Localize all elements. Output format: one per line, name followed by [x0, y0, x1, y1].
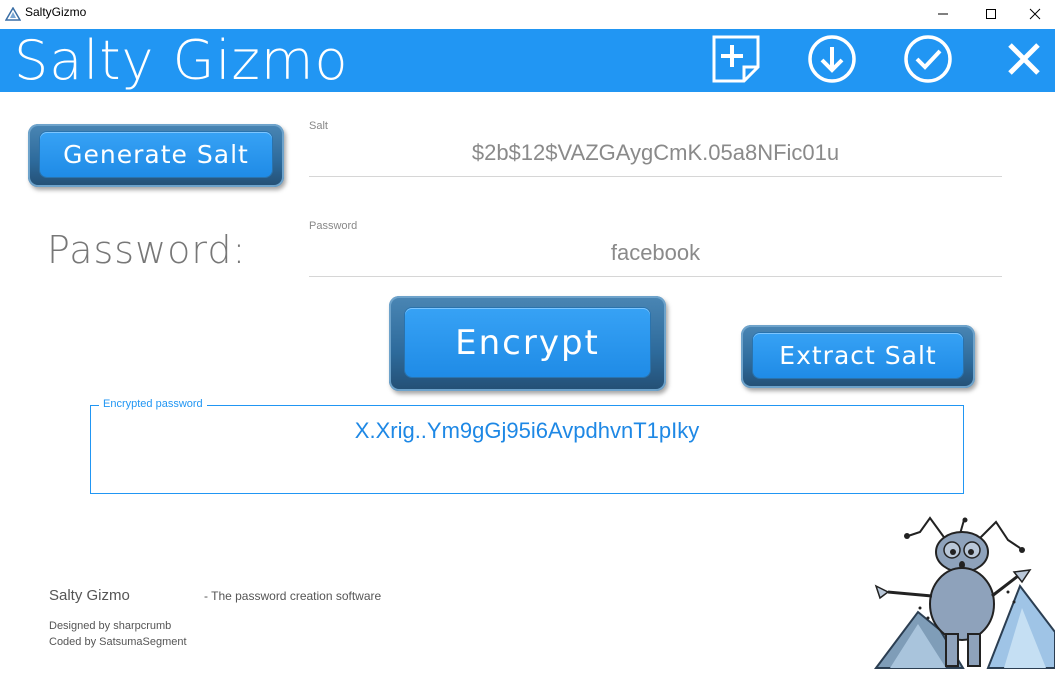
confirm-button[interactable] — [902, 35, 954, 87]
app-header: Salty Gizmo — [0, 29, 1055, 92]
salt-field-underline — [309, 176, 1002, 177]
encrypt-button[interactable]: Encrypt — [389, 296, 666, 391]
password-field-value[interactable]: facebook — [309, 240, 1002, 270]
new-document-icon — [710, 33, 762, 89]
maximize-icon — [985, 8, 997, 20]
close-icon — [1029, 8, 1041, 20]
window-title: SaltyGizmo — [25, 5, 87, 19]
salt-field-label: Salt — [309, 120, 328, 132]
brand-title: Salty Gizmo — [14, 29, 349, 92]
download-button[interactable] — [806, 35, 858, 87]
footer-coded-by: Coded by SatsumaSegment — [49, 636, 187, 648]
close-icon — [1002, 37, 1046, 85]
password-field[interactable]: Password facebook — [309, 220, 1002, 277]
extract-salt-label: Extract Salt — [753, 333, 963, 378]
encrypted-password-label: Encrypted password — [99, 398, 207, 410]
maximize-button[interactable] — [968, 0, 1014, 28]
download-icon — [807, 34, 857, 88]
minimize-icon — [937, 8, 949, 20]
salt-field-value[interactable]: $2b$12$VAZGAygCmK.05a8NFic01u — [309, 140, 1002, 170]
encrypted-password-field[interactable]: Encrypted password X.Xrig..Ym9gGj95i6Avp… — [90, 398, 964, 494]
app-close-button[interactable] — [998, 35, 1050, 87]
extract-salt-button[interactable]: Extract Salt — [741, 325, 975, 388]
triangle-app-icon — [4, 6, 22, 21]
window-title-bar: SaltyGizmo — [0, 0, 1055, 28]
mascot-illustration — [868, 512, 1055, 670]
generate-salt-button[interactable]: Generate Salt — [28, 124, 284, 187]
footer-designed-by: Designed by sharpcrumb — [49, 620, 172, 632]
password-heading: Password: — [47, 228, 247, 272]
checkmark-icon — [903, 34, 953, 88]
password-field-label: Password — [309, 220, 358, 232]
footer-tagline: - The password creation software — [204, 589, 382, 603]
salt-field[interactable]: Salt $2b$12$VAZGAygCmK.05a8NFic01u — [309, 120, 1002, 177]
window-close-button[interactable] — [1012, 0, 1055, 28]
footer-app-name: Salty Gizmo — [49, 587, 130, 604]
new-document-button[interactable] — [710, 35, 762, 87]
generate-salt-label: Generate Salt — [40, 132, 272, 177]
encrypt-label: Encrypt — [405, 308, 650, 377]
minimize-button[interactable] — [920, 0, 966, 28]
password-field-underline — [309, 276, 1002, 277]
encrypted-password-value[interactable]: X.Xrig..Ym9gGj95i6AvpdhvnT1pIky — [91, 418, 963, 444]
